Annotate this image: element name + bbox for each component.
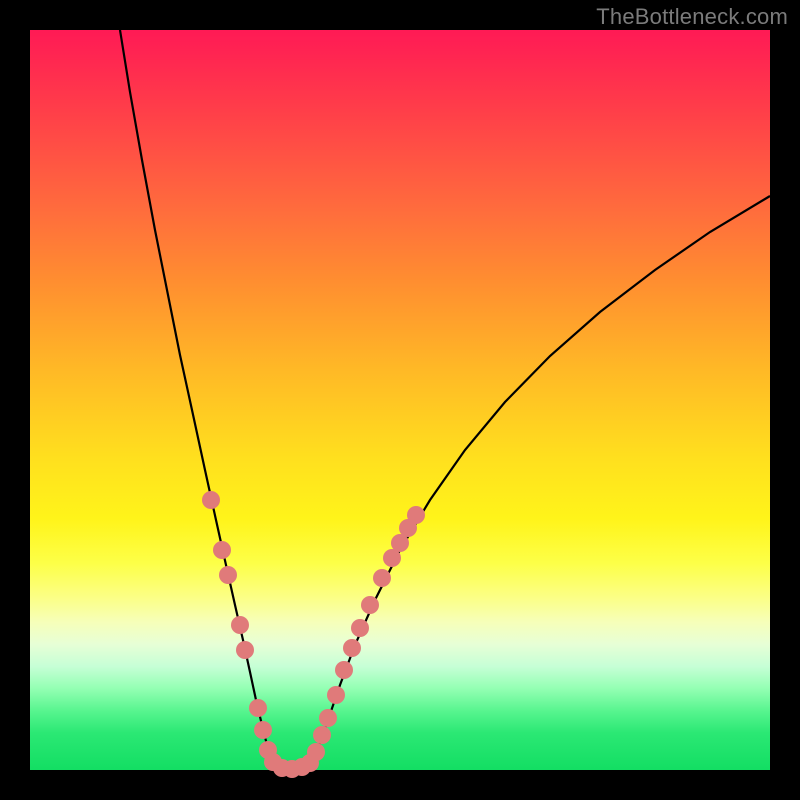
marker-dot [361,596,379,614]
marker-dot [407,506,425,524]
plot-area [30,30,770,770]
marker-dot [351,619,369,637]
marker-dot [313,726,331,744]
marker-dot [307,743,325,761]
marker-dot [213,541,231,559]
marker-dot [327,686,345,704]
marker-dot [335,661,353,679]
marker-dot [373,569,391,587]
marker-dot [249,699,267,717]
marker-dot [319,709,337,727]
marker-dot [219,566,237,584]
marker-dot [236,641,254,659]
curve-svg [30,30,770,770]
watermark-text: TheBottleneck.com [596,4,788,30]
marker-dot [231,616,249,634]
marker-dot [202,491,220,509]
curve-markers [202,491,425,778]
marker-dot [343,639,361,657]
chart-frame: TheBottleneck.com [0,0,800,800]
bottleneck-curve [120,30,770,769]
marker-dot [254,721,272,739]
